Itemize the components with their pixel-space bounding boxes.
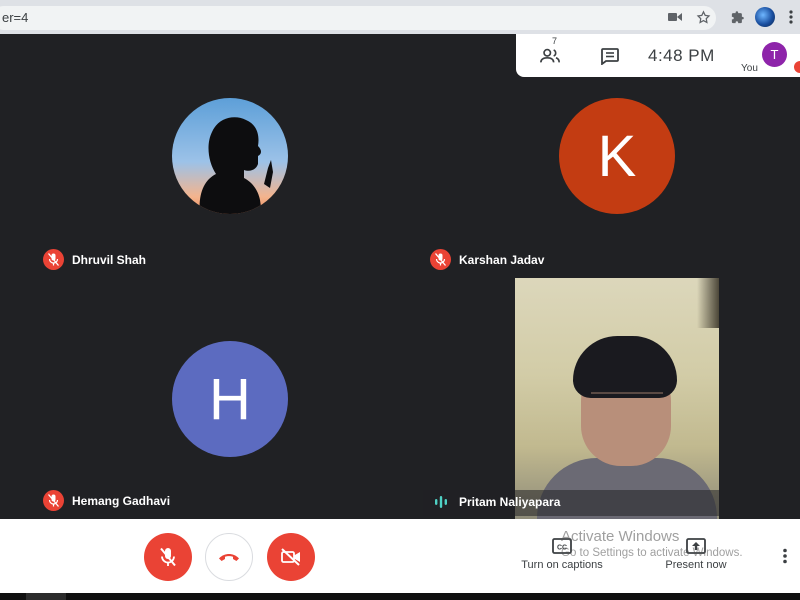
- present-label: Present now: [665, 559, 727, 571]
- mic-off-icon: [43, 490, 64, 511]
- camera-toggle-button[interactable]: [267, 533, 315, 581]
- audio-level-icon: [430, 491, 451, 512]
- control-bar: CC Turn on captions Present now Activate…: [0, 519, 800, 593]
- captions-label: Turn on captions: [521, 559, 603, 571]
- video-person-hair: [573, 336, 677, 398]
- video-person-glasses: [591, 392, 663, 406]
- participant-video: [515, 278, 719, 519]
- participant-name: Karshan Jadav: [459, 252, 545, 267]
- participant-name-row: Pritam Naliyapara: [430, 491, 560, 512]
- meet-window: { "browser": { "url_fragment": "er=4" },…: [0, 0, 800, 600]
- extensions-icon[interactable]: [726, 6, 748, 28]
- camera-icon[interactable]: [664, 6, 686, 28]
- star-icon[interactable]: [692, 6, 714, 28]
- address-bar[interactable]: er=4: [0, 6, 716, 30]
- participant-name: Pritam Naliyapara: [459, 494, 561, 509]
- meeting-info-panel: 7 4:48 PM T You: [516, 34, 800, 77]
- participant-avatar-photo: [172, 98, 288, 214]
- captions-icon: CC: [551, 537, 573, 555]
- browser-toolbar: er=4: [0, 0, 800, 34]
- meeting-clock: 4:48 PM: [648, 46, 715, 65]
- url-text: er=4: [2, 10, 29, 25]
- mic-off-icon: [43, 249, 64, 270]
- os-taskbar: [0, 593, 800, 600]
- svg-text:CC: CC: [557, 545, 567, 552]
- participant-count: 7: [552, 36, 558, 46]
- more-options-button[interactable]: [776, 545, 794, 567]
- participant-name-row: Hemang Gadhavi: [43, 490, 170, 511]
- kebab-menu-icon: [783, 548, 787, 564]
- people-icon[interactable]: [536, 42, 564, 70]
- mic-toggle-button[interactable]: [144, 533, 192, 581]
- taskbar-item[interactable]: [26, 593, 66, 600]
- video-shadow: [697, 278, 719, 328]
- profile-icon[interactable]: [754, 6, 776, 28]
- participant-name-row: Dhruvil Shah: [43, 249, 146, 270]
- self-label: You: [741, 63, 758, 74]
- mic-off-icon: [160, 547, 176, 567]
- participant-name: Hemang Gadhavi: [72, 493, 171, 508]
- participant-name-row: Karshan Jadav: [430, 249, 544, 270]
- self-mute-indicator: [794, 61, 800, 73]
- camera-off-icon: [281, 548, 300, 566]
- participant-avatar: K: [559, 98, 675, 214]
- end-call-button[interactable]: [205, 533, 253, 581]
- kebab-menu-icon[interactable]: [780, 6, 800, 28]
- self-avatar[interactable]: T: [762, 42, 787, 67]
- participant-name: Dhruvil Shah: [72, 252, 147, 267]
- mic-off-icon: [430, 249, 451, 270]
- captions-button[interactable]: CC Turn on captions: [514, 537, 610, 571]
- present-button[interactable]: Present now: [658, 537, 734, 571]
- chat-icon[interactable]: [596, 42, 624, 70]
- present-icon: [685, 537, 707, 555]
- end-call-icon: [219, 554, 239, 561]
- participant-avatar: H: [172, 341, 288, 457]
- profile-avatar: [755, 7, 775, 27]
